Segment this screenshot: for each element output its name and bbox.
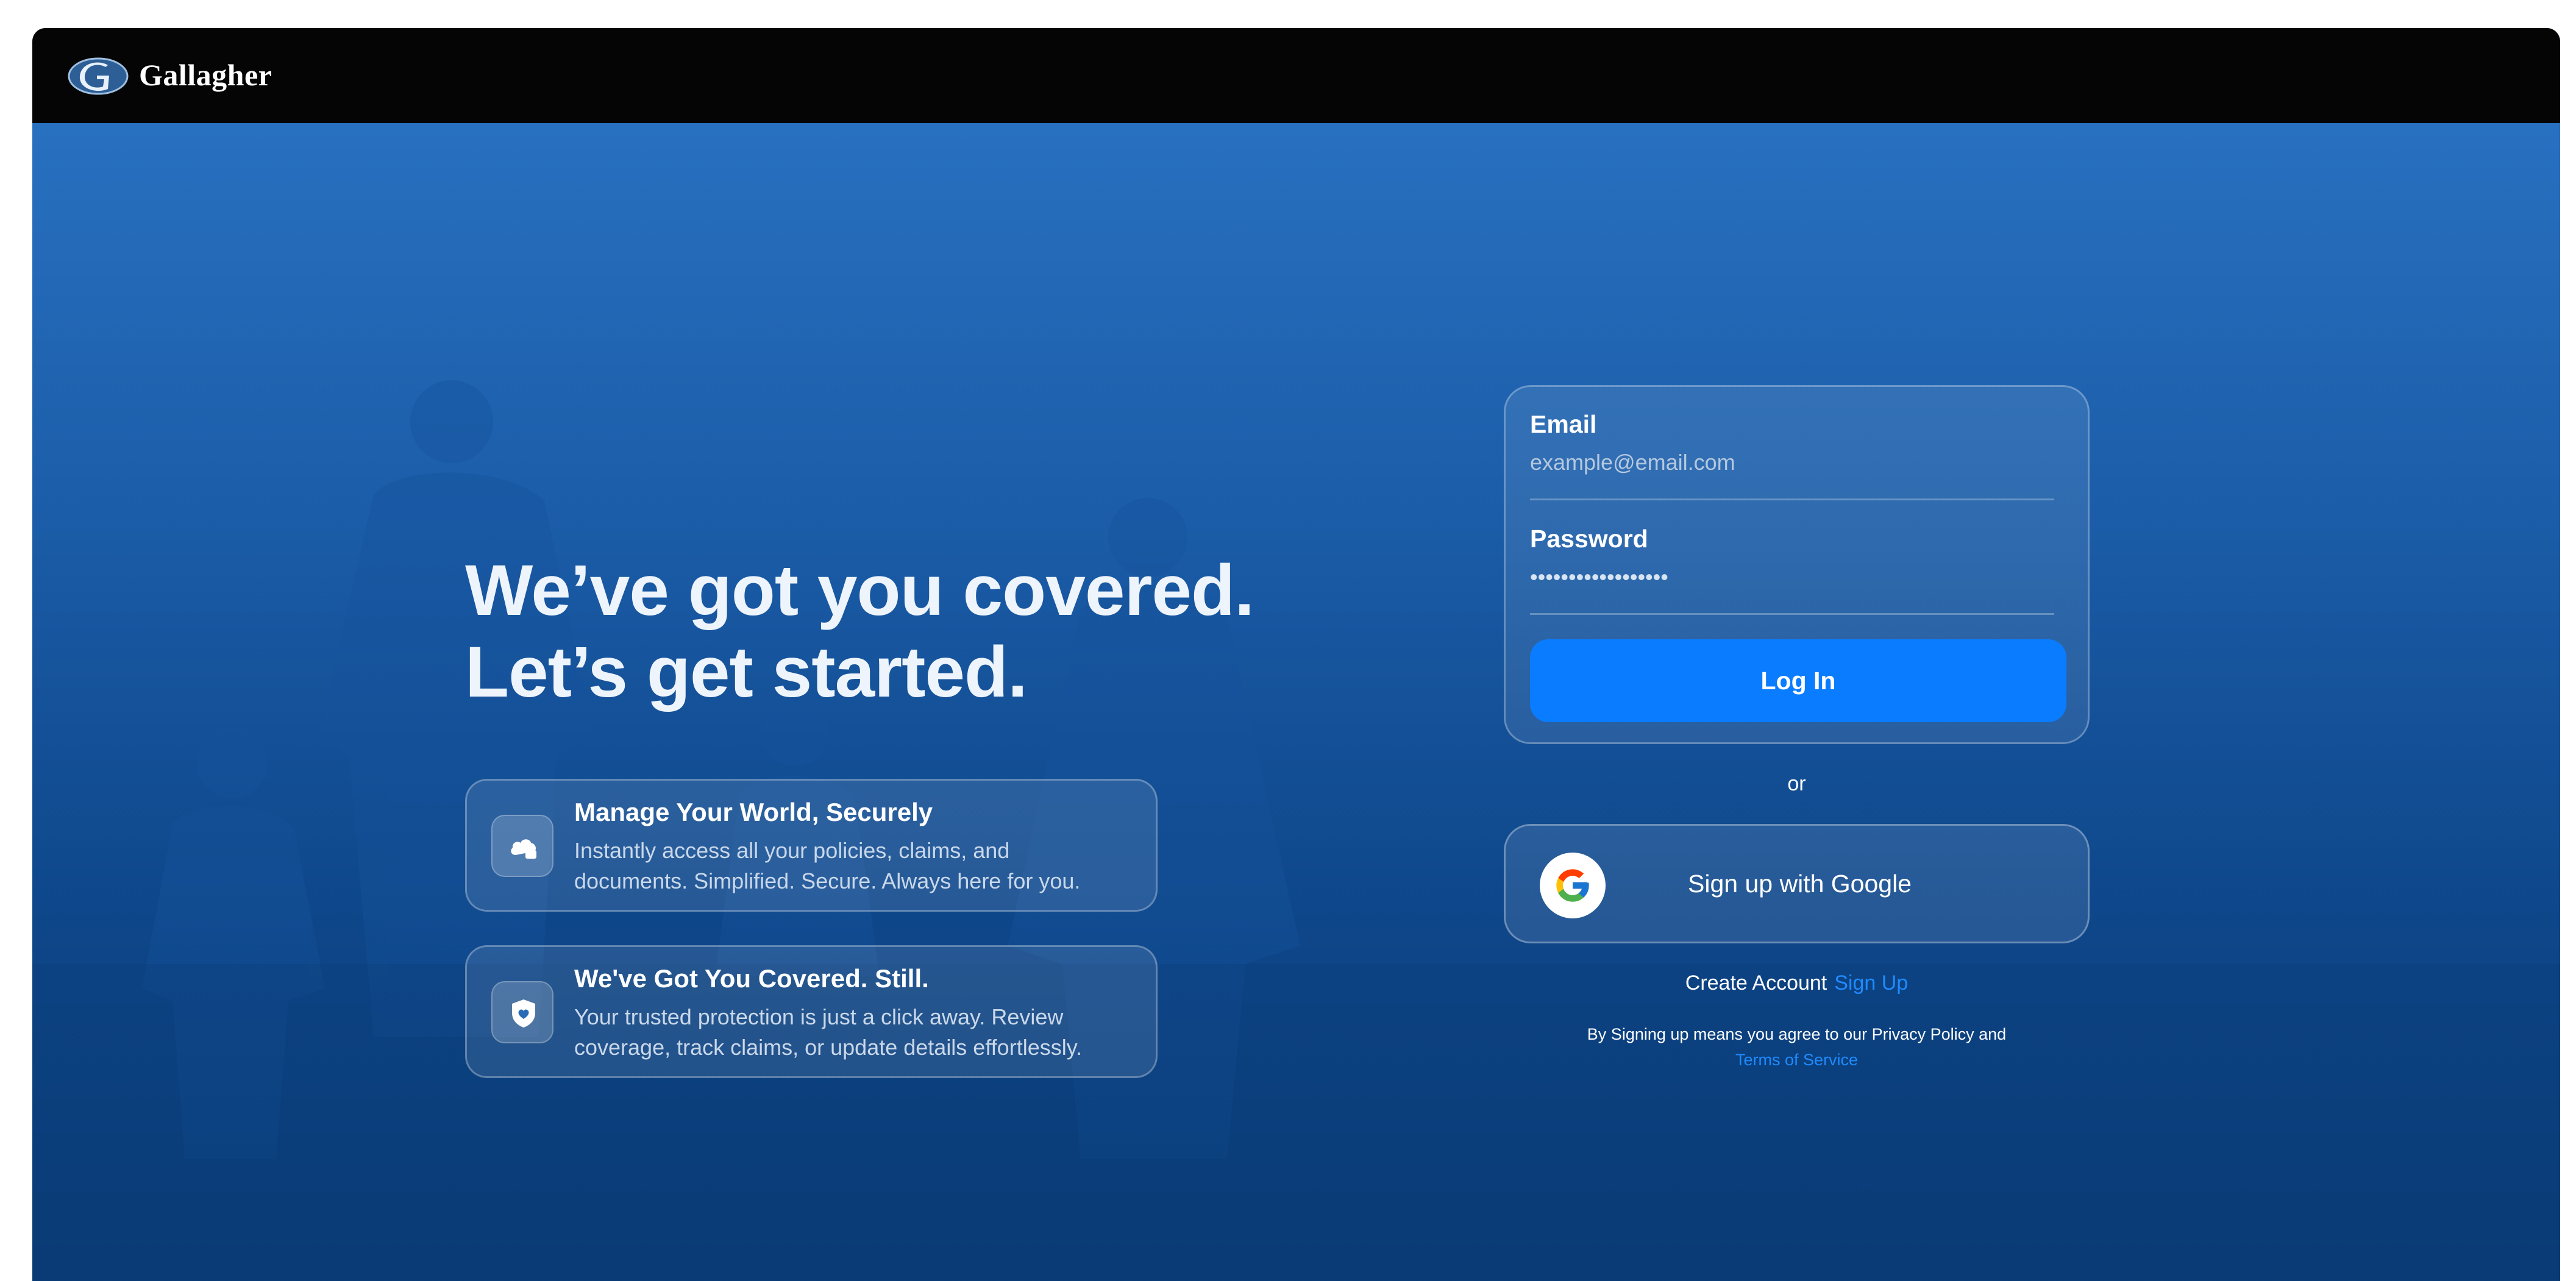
google-signup-label: Sign up with Google	[1688, 869, 1912, 898]
password-label: Password	[1530, 525, 1648, 553]
family-silhouette-background	[32, 123, 2560, 1281]
legal-notice: By Signing up means you agree to our Pri…	[1504, 1021, 2090, 1073]
google-signup-button[interactable]: Sign up with Google	[1504, 824, 2090, 943]
feature-card-covered: We've Got You Covered. Still. Your trust…	[465, 945, 1158, 1078]
email-underline	[1530, 499, 2054, 500]
create-account-text: Create Account	[1685, 971, 1827, 995]
hero-headline: We’ve got you covered. Let’s get started…	[465, 550, 1254, 713]
email-field[interactable]	[1530, 444, 2054, 481]
feature-description: Instantly access all your policies, clai…	[574, 838, 1081, 893]
password-field[interactable]	[1530, 559, 2054, 595]
feature-card-manage: Manage Your World, Securely Instantly ac…	[465, 779, 1158, 912]
sign-up-link[interactable]: Sign Up	[1834, 971, 1908, 995]
login-button[interactable]: Log In	[1530, 639, 2066, 722]
headline-line-2: Let’s get started.	[465, 632, 1028, 712]
brand-name[interactable]: Gallagher	[139, 57, 272, 93]
app-window: Gallagher We’ve got you covered. Let’s g…	[32, 28, 2560, 1281]
top-navbar: Gallagher	[32, 28, 2560, 123]
terms-of-service-link[interactable]: Terms of Service	[1735, 1047, 1858, 1073]
headline-line-1: We’ve got you covered.	[465, 550, 1254, 631]
login-form-card: Email Password Log In	[1504, 385, 2090, 744]
hero-section: We’ve got you covered. Let’s get started…	[32, 123, 2560, 1281]
shield-heart-icon	[491, 981, 553, 1043]
create-account-row: Create Account Sign Up	[1504, 971, 2090, 995]
legal-text: By Signing up means you agree to our Pri…	[1587, 1025, 2007, 1043]
gallagher-logo-icon[interactable]	[68, 57, 129, 95]
feature-description: Your trusted protection is just a click …	[574, 1004, 1083, 1060]
cloud-lock-icon	[491, 815, 553, 877]
feature-title: Manage Your World, Securely	[574, 798, 933, 826]
email-label: Email	[1530, 410, 1597, 438]
or-divider-text: or	[1787, 772, 1806, 795]
password-underline	[1530, 613, 2054, 615]
feature-title: We've Got You Covered. Still.	[574, 964, 929, 993]
